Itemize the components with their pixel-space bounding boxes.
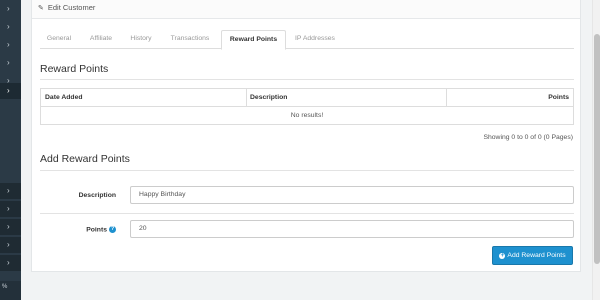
panel-title: Edit Customer [47, 3, 96, 12]
sidebar-item-10[interactable]: › [0, 255, 21, 271]
sidebar-item-8[interactable]: › [0, 219, 21, 235]
sidebar-item-3[interactable]: › [0, 37, 21, 53]
chevron-right-icon: › [7, 4, 10, 13]
pencil-icon: ✎ [38, 5, 44, 12]
tab-transactions[interactable]: Transactions [163, 30, 217, 49]
table-header: Date Added Description Points [41, 89, 573, 107]
column-divider [446, 89, 447, 107]
tab-reward-points[interactable]: Reward Points [221, 30, 286, 50]
sidebar: › › › › › › › › › › › % [0, 0, 21, 300]
reward-points-table: Date Added Description Points No results… [40, 88, 574, 125]
reward-points-heading: Reward Points [40, 63, 109, 75]
sidebar-progress-label: % [0, 281, 21, 300]
description-label: Description [78, 192, 116, 199]
divider [40, 213, 574, 214]
scrollbar-thumb[interactable] [594, 34, 600, 264]
points-input[interactable]: 20 [130, 220, 574, 238]
column-description[interactable]: Description [250, 94, 287, 101]
column-divider [246, 89, 247, 107]
sidebar-item-4[interactable]: › [0, 55, 21, 71]
chevron-right-icon: › [7, 86, 10, 95]
points-label: Points? [32, 226, 116, 233]
sidebar-item-9[interactable]: › [0, 237, 21, 253]
chevron-right-icon: › [7, 22, 10, 31]
pagination-summary: Showing 0 to 0 of 0 (0 Pages) [483, 134, 573, 141]
edit-customer-panel: ✎ Edit Customer General Affiliate History… [31, 0, 581, 272]
sidebar-item-6[interactable]: › [0, 183, 21, 199]
scrollbar[interactable] [592, 0, 600, 300]
panel-heading: ✎ Edit Customer [32, 0, 580, 19]
plus-circle-icon: + [499, 253, 506, 259]
sidebar-item-customers[interactable]: › [0, 83, 21, 99]
column-date-added[interactable]: Date Added [45, 94, 83, 101]
empty-row: No results! [290, 112, 324, 119]
sidebar-item-1[interactable]: › [0, 1, 21, 17]
column-points[interactable]: Points [548, 94, 569, 101]
tab-affiliate[interactable]: Affiliate [82, 30, 120, 49]
points-label-text: Points [86, 226, 107, 234]
chevron-right-icon: › [7, 186, 10, 195]
tab-ip-addresses[interactable]: IP Addresses [290, 30, 340, 49]
description-input[interactable]: Happy Birthday [130, 186, 574, 204]
customer-tabs: General Affiliate History Transactions R… [40, 30, 574, 50]
add-reward-points-button[interactable]: + Add Reward Points [492, 246, 573, 265]
add-reward-points-label: Add Reward Points [507, 252, 566, 259]
sidebar-item-7[interactable]: › [0, 201, 21, 217]
tab-history[interactable]: History [124, 30, 158, 49]
sidebar-item-2[interactable]: › [0, 19, 21, 35]
add-reward-points-heading: Add Reward Points [40, 153, 130, 165]
chevron-right-icon: › [7, 222, 10, 231]
chevron-right-icon: › [7, 204, 10, 213]
chevron-right-icon: › [7, 240, 10, 249]
chevron-right-icon: › [7, 40, 10, 49]
divider [40, 170, 574, 171]
divider [40, 79, 574, 80]
chevron-right-icon: › [7, 258, 10, 267]
tab-general[interactable]: General [40, 30, 78, 49]
chevron-right-icon: › [7, 58, 10, 67]
help-icon[interactable]: ? [109, 226, 116, 233]
